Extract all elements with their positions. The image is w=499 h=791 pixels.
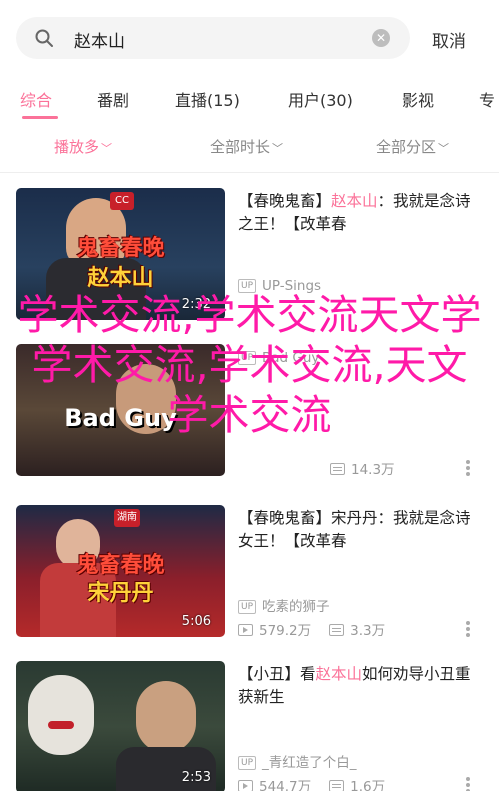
view-count: 544.7万	[259, 779, 312, 791]
active-tab-indicator	[22, 116, 58, 119]
video-duration: 2:32	[181, 297, 211, 312]
person-figure	[136, 681, 196, 753]
video-thumbnail[interactable]: 湖南 鬼畜春晚 宋丹丹 5:06	[16, 505, 225, 637]
title-prefix: 【春晚鬼畜】	[238, 192, 332, 210]
search-icon	[35, 29, 53, 47]
cancel-button[interactable]: 取消	[432, 27, 466, 52]
up-badge: UP	[238, 351, 257, 365]
filter-bar: 播放多 ﹀ 全部时长 ﹀ 全部分区 ﹀	[0, 124, 499, 170]
duration-filter-label: 全部时长	[210, 138, 271, 156]
more-icon[interactable]	[466, 621, 470, 637]
search-bar: 赵本山 ✕ 取消	[0, 0, 499, 76]
up-badge: UP	[238, 279, 257, 293]
danmaku-count: 3.3万	[350, 623, 386, 639]
clear-icon[interactable]: ✕	[372, 29, 390, 47]
category-filter-label: 全部分区	[376, 138, 437, 156]
clown-mouth	[48, 721, 74, 729]
clown-face	[28, 675, 94, 755]
uploader-row[interactable]: UP UP-Sings	[238, 278, 321, 294]
video-title[interactable]: 【春晚鬼畜】宋丹丹：我就是念诗女王！【改革春	[238, 507, 482, 553]
video-thumbnail[interactable]: Bad Guy	[16, 344, 225, 476]
thumbnail-title: Bad Guy	[64, 404, 177, 432]
tab-live[interactable]: 直播(15)	[175, 87, 240, 111]
danmaku-count: 14.3万	[351, 462, 395, 478]
title-text: 【春晚鬼畜】宋丹丹：我就是念诗女王！【改革春	[238, 509, 471, 550]
stats-row: 14.3万	[330, 458, 395, 478]
uploader-row[interactable]: UP Bad Guy	[238, 350, 319, 366]
danmaku-count: 1.6万	[350, 779, 386, 791]
title-highlight: 赵本山	[315, 665, 363, 683]
result-tabs: 综合 番剧 直播(15) 用户(30) 影视 专	[0, 78, 499, 122]
duration-filter[interactable]: 全部时长 ﹀	[210, 136, 283, 157]
tab-topic[interactable]: 专	[479, 87, 495, 111]
search-field[interactable]: 赵本山 ✕	[16, 17, 410, 59]
more-icon[interactable]	[466, 777, 470, 791]
view-count: 579.2万	[259, 623, 312, 639]
up-badge: UP	[238, 756, 257, 770]
video-thumbnail[interactable]: CC 鬼畜春晚 赵本山 2:32	[16, 188, 225, 320]
chevron-down-icon: ﹀	[272, 142, 284, 155]
tab-movies[interactable]: 影视	[402, 87, 434, 111]
video-item[interactable]: 2:53 【小丑】看赵本山如何劝导小丑重获新生 UP _青红造了个白_ 544.7…	[0, 661, 499, 791]
stats-row: 544.7万 1.6万	[238, 775, 385, 791]
thumbnail-title: 鬼畜春晚	[76, 236, 165, 261]
chevron-down-icon: ﹀	[438, 142, 450, 155]
danmaku-icon	[329, 624, 345, 636]
chevron-down-icon: ﹀	[101, 142, 113, 155]
divider	[0, 172, 499, 173]
video-duration: 5:06	[181, 614, 211, 629]
sort-filter[interactable]: 播放多 ﹀	[54, 136, 112, 157]
sort-filter-label: 播放多	[54, 138, 100, 156]
up-badge: UP	[238, 600, 257, 614]
thumbnail-subtitle: 宋丹丹	[87, 581, 154, 606]
uploader-row[interactable]: UP _青红造了个白_	[238, 751, 357, 771]
video-title[interactable]: 【春晚鬼畜】赵本山：我就是念诗之王！【改革春	[238, 190, 482, 236]
play-count-icon	[238, 624, 253, 636]
tv-logo-icon: CC	[110, 192, 134, 210]
video-item[interactable]: Bad Guy UP Bad Guy 14.3万	[0, 344, 499, 502]
tab-bangumi[interactable]: 番剧	[97, 87, 129, 111]
uploader-row[interactable]: UP 吃素的狮子	[238, 595, 330, 615]
category-filter[interactable]: 全部分区 ﹀	[376, 136, 449, 157]
video-item[interactable]: 湖南 鬼畜春晚 宋丹丹 5:06 【春晚鬼畜】宋丹丹：我就是念诗女王！【改革春 …	[0, 505, 499, 663]
title-prefix: 【小丑】看	[238, 665, 316, 683]
tab-users[interactable]: 用户(30)	[288, 87, 353, 111]
uploader-name: UP-Sings	[262, 278, 322, 294]
more-icon[interactable]	[466, 460, 470, 476]
uploader-name: 吃素的狮子	[262, 599, 330, 615]
title-highlight: 赵本山	[331, 192, 378, 210]
search-input[interactable]: 赵本山	[74, 27, 125, 52]
video-item[interactable]: CC 鬼畜春晚 赵本山 2:32 【春晚鬼畜】赵本山：我就是念诗之王！【改革春 …	[0, 188, 499, 346]
tv-logo-icon: 湖南	[114, 509, 140, 527]
video-duration: 2:53	[181, 770, 211, 785]
danmaku-icon	[329, 780, 345, 791]
thumbnail-subtitle: 赵本山	[87, 266, 154, 291]
play-count-icon	[238, 780, 253, 791]
danmaku-icon	[330, 463, 345, 475]
tab-all[interactable]: 综合	[20, 87, 52, 111]
video-title[interactable]: 【小丑】看赵本山如何劝导小丑重获新生	[238, 663, 482, 709]
video-thumbnail[interactable]: 2:53	[16, 661, 225, 791]
stats-row: 579.2万 3.3万	[238, 619, 385, 639]
uploader-name: _青红造了个白_	[262, 755, 357, 771]
uploader-name: Bad Guy	[262, 350, 320, 366]
